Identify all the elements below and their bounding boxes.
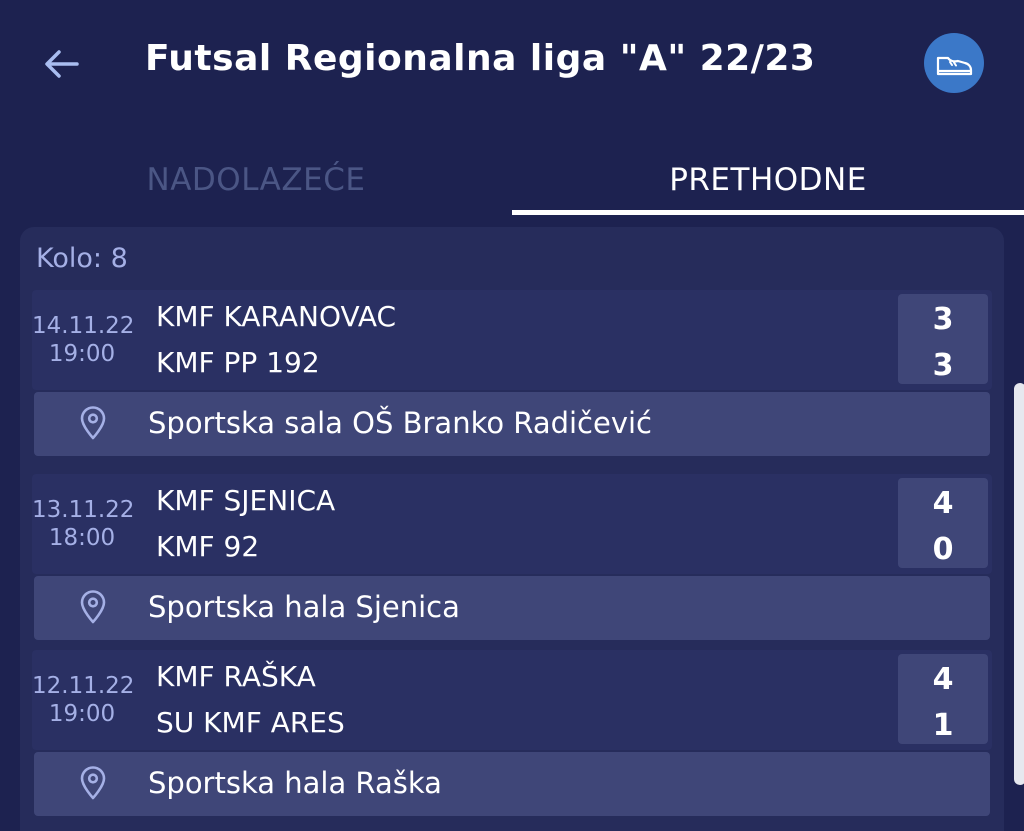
home-team: KMF SJENICA bbox=[156, 484, 336, 517]
away-score: 0 bbox=[932, 532, 954, 567]
match-date: 13.11.22 bbox=[32, 497, 135, 523]
venue-row[interactable]: Sportska hala Sjenica bbox=[34, 576, 990, 640]
away-team: KMF 92 bbox=[156, 530, 260, 563]
app-header: Futsal Regionalna liga "A" 22/23 bbox=[0, 0, 1024, 130]
away-score: 1 bbox=[932, 708, 954, 743]
score-box: 4 0 bbox=[898, 478, 988, 568]
page-title: Futsal Regionalna liga "A" 22/23 bbox=[145, 38, 816, 79]
location-pin-icon bbox=[80, 590, 106, 624]
match-datetime: 12.11.22 19:00 bbox=[32, 672, 135, 728]
location-pin-icon bbox=[80, 766, 106, 800]
active-tab-indicator bbox=[512, 210, 1024, 215]
match-info: 14.11.22 19:00 KMF KARANOVAC KMF PP 192 … bbox=[32, 290, 992, 390]
home-score: 3 bbox=[932, 302, 954, 337]
score-box: 3 3 bbox=[898, 294, 988, 384]
home-team: KMF KARANOVAC bbox=[156, 300, 397, 333]
sport-button[interactable] bbox=[924, 33, 984, 93]
match-date: 14.11.22 bbox=[32, 313, 135, 339]
arrow-left-icon bbox=[45, 50, 79, 78]
venue-row[interactable]: Sportska hala Raška bbox=[34, 752, 990, 816]
score-box: 4 1 bbox=[898, 654, 988, 744]
match-time: 19:00 bbox=[48, 701, 116, 727]
venue-name: Sportska hala Sjenica bbox=[148, 590, 460, 624]
scrollbar[interactable] bbox=[1014, 383, 1024, 785]
sneaker-icon bbox=[936, 56, 973, 76]
match-info: 13.11.22 18:00 KMF SJENICA KMF 92 4 0 bbox=[32, 474, 992, 574]
match-date: 12.11.22 bbox=[32, 673, 135, 699]
tab-previous[interactable]: PRETHODNE bbox=[512, 148, 1024, 212]
match-datetime: 14.11.22 19:00 bbox=[32, 312, 135, 368]
tab-bar: NADOLAZEĆE PRETHODNE bbox=[0, 148, 1024, 216]
tab-upcoming[interactable]: NADOLAZEĆE bbox=[0, 148, 512, 212]
match-item[interactable]: 13.11.22 18:00 KMF SJENICA KMF 92 4 0 Sp… bbox=[32, 474, 992, 642]
match-time: 19:00 bbox=[48, 341, 116, 367]
venue-name: Sportska hala Raška bbox=[148, 766, 442, 800]
match-item[interactable]: 12.11.22 19:00 KMF RAŠKA SU KMF ARES 4 1… bbox=[32, 650, 992, 818]
match-info: 12.11.22 19:00 KMF RAŠKA SU KMF ARES 4 1 bbox=[32, 650, 992, 750]
home-score: 4 bbox=[932, 486, 954, 521]
away-score: 3 bbox=[932, 348, 954, 383]
round-card: Kolo: 8 14.11.22 19:00 KMF KARANOVAC KMF… bbox=[20, 227, 1004, 831]
home-team: KMF RAŠKA bbox=[156, 660, 316, 693]
match-item[interactable]: 14.11.22 19:00 KMF KARANOVAC KMF PP 192 … bbox=[32, 290, 992, 458]
back-button[interactable] bbox=[38, 40, 86, 88]
match-time: 18:00 bbox=[48, 525, 116, 551]
away-team: KMF PP 192 bbox=[156, 346, 320, 379]
venue-name: Sportska sala OŠ Branko Radičević bbox=[148, 406, 653, 440]
match-datetime: 13.11.22 18:00 bbox=[32, 496, 135, 552]
home-score: 4 bbox=[932, 662, 954, 697]
away-team: SU KMF ARES bbox=[156, 706, 345, 739]
location-pin-icon bbox=[80, 406, 106, 440]
round-label: Kolo: 8 bbox=[36, 243, 128, 274]
venue-row[interactable]: Sportska sala OŠ Branko Radičević bbox=[34, 392, 990, 456]
